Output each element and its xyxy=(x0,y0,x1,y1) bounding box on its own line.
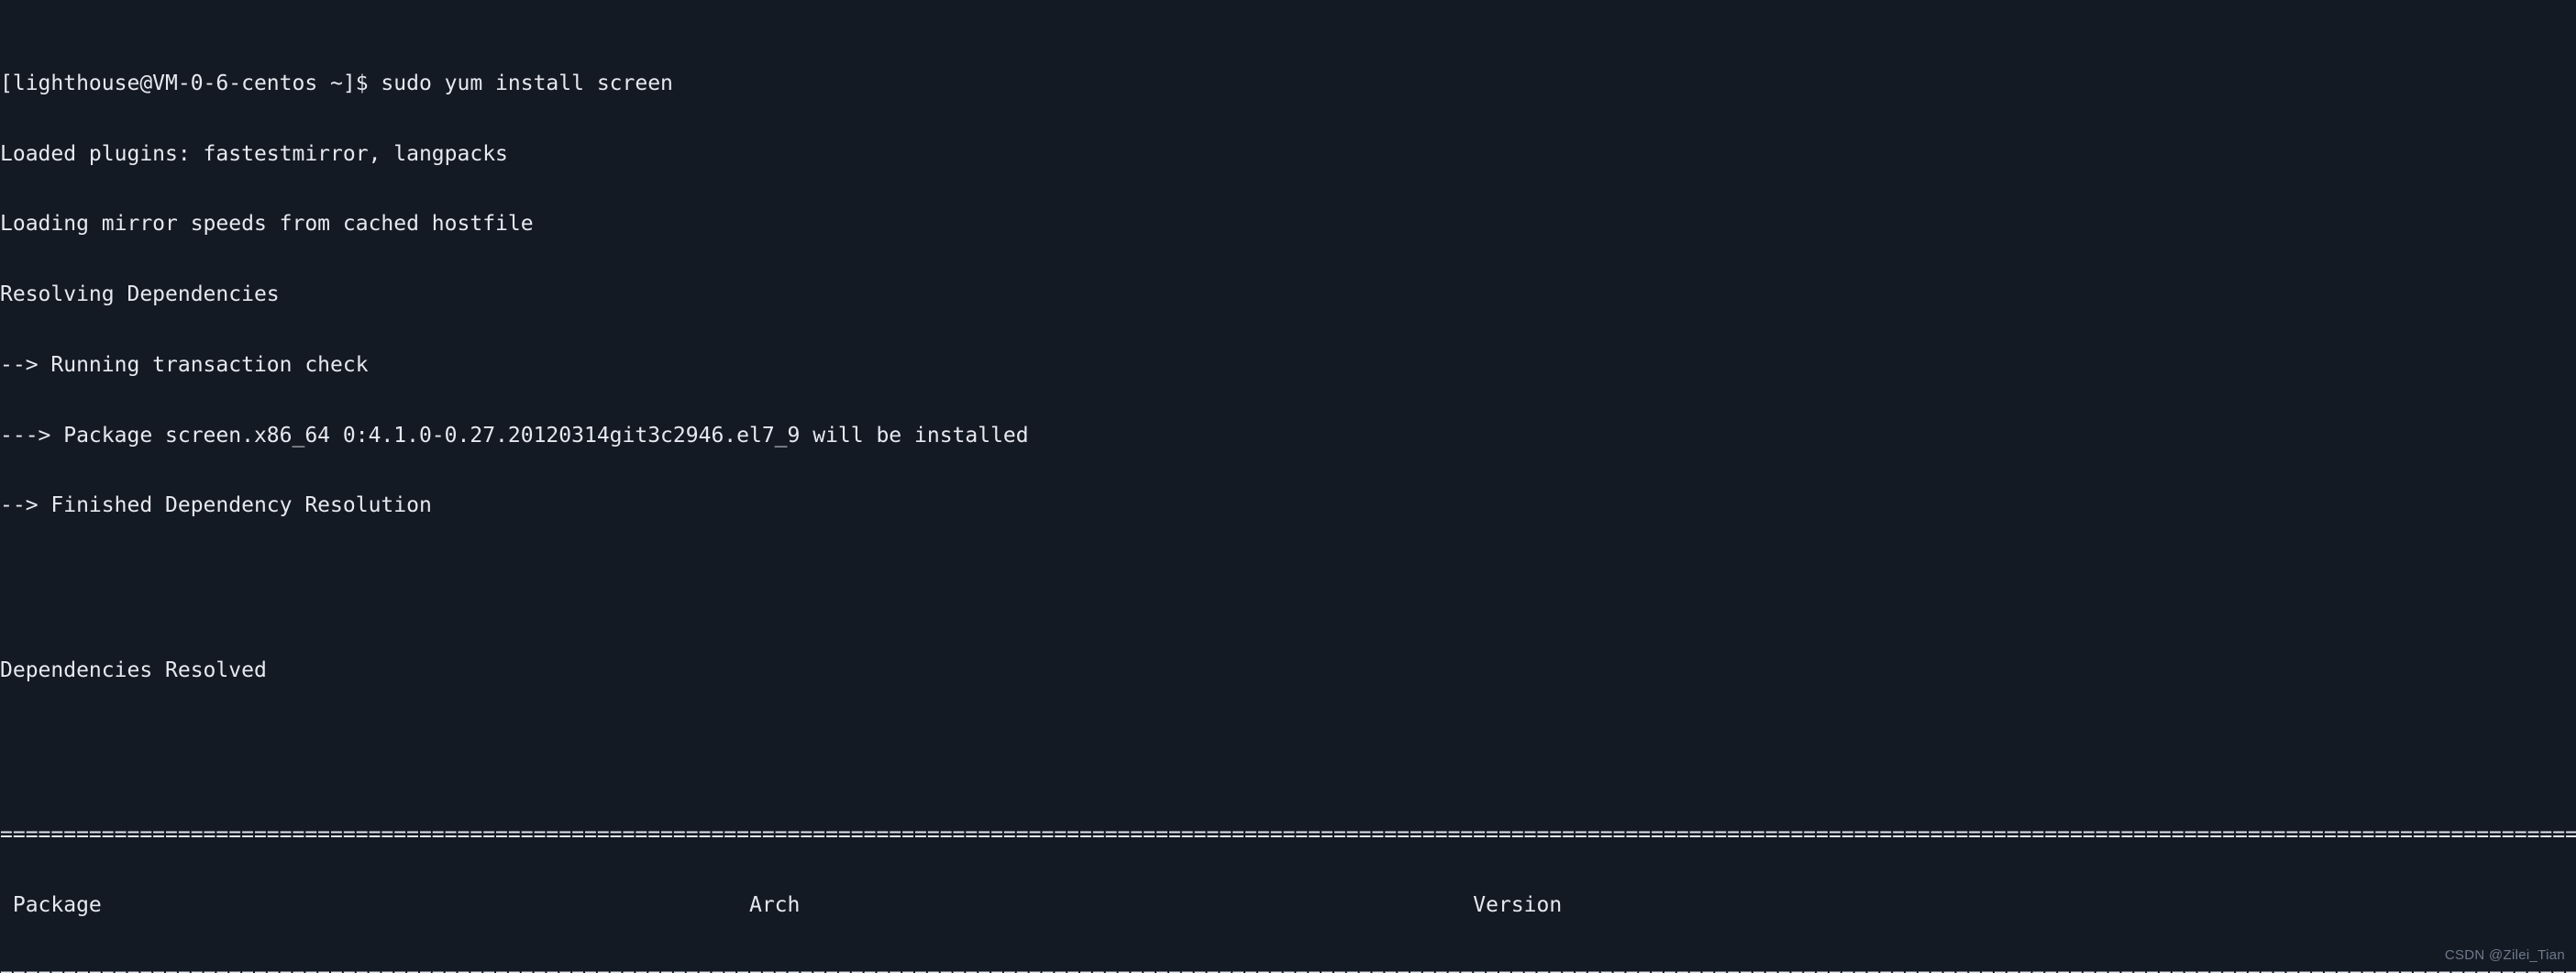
terminal-window[interactable]: [lighthouse@VM-0-6-centos ~]$ sudo yum i… xyxy=(0,0,2576,973)
resolving-dependencies-line: Resolving Dependencies xyxy=(0,282,280,307)
terminal-output: [lighthouse@VM-0-6-centos ~]$ sudo yum i… xyxy=(0,2,2576,973)
loaded-plugins-line: Loaded plugins: fastestmirror, langpacks xyxy=(0,141,508,166)
finished-dependency-resolution-line: --> Finished Dependency Resolution xyxy=(0,493,432,518)
prompt-line: [lighthouse@VM-0-6-centos ~]$ sudo yum i… xyxy=(0,71,673,95)
watermark: CSDN @Zilei_Tian xyxy=(2444,947,2565,964)
table-separator-bottom: ========================================… xyxy=(0,964,2576,973)
package-will-be-installed-line: ---> Package screen.x86_64 0:4.1.0-0.27.… xyxy=(0,423,1029,448)
table-header-row: Package Arch Version xyxy=(12,892,1563,917)
table-separator-top: ========================================… xyxy=(0,822,2576,846)
dependencies-resolved-line: Dependencies Resolved xyxy=(0,658,267,682)
loading-mirror-line: Loading mirror speeds from cached hostfi… xyxy=(0,212,534,237)
running-transaction-check-line: --> Running transaction check xyxy=(0,352,369,377)
